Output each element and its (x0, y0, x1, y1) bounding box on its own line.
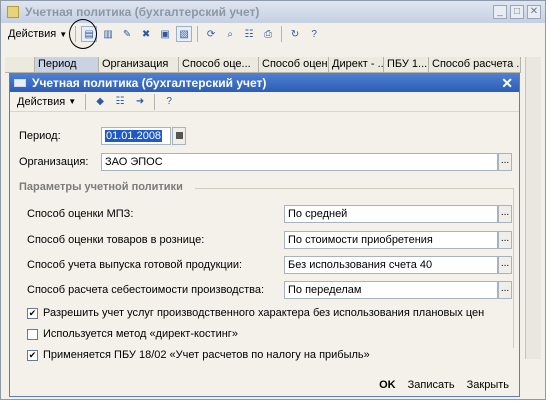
highlight-circle (69, 19, 97, 49)
param-select-button[interactable]: ... (498, 281, 512, 299)
app-icon (7, 6, 19, 18)
help-icon[interactable]: ? (306, 26, 322, 42)
mark-icon[interactable]: ▣ (157, 26, 173, 42)
maximize-icon[interactable]: □ (510, 5, 524, 19)
goto-icon[interactable]: ➜ (132, 94, 148, 110)
param-field-output[interactable]: Без использования счета 40 (284, 256, 498, 274)
toolbar-separator (281, 26, 283, 42)
param-label-cost: Способ расчета себестоимости производств… (27, 284, 265, 296)
org-field[interactable]: ЗАО ЭПОС (101, 153, 498, 171)
column-header[interactable]: Период (35, 57, 99, 72)
sync-icon[interactable]: ↻ (287, 26, 303, 42)
refresh-icon[interactable]: ⟳ (203, 26, 219, 42)
checkbox-pbu18[interactable]: ✔ Применяется ПБУ 18/02 «Учет расчетов п… (27, 349, 370, 361)
period-label: Период: (19, 130, 61, 142)
edit-icon[interactable]: ✎ (119, 26, 135, 42)
bg-scrollbar[interactable] (525, 57, 541, 359)
checkbox-label: Применяется ПБУ 18/02 «Учет расчетов по … (43, 349, 370, 361)
grid-corner (5, 57, 35, 72)
close-button[interactable]: Закрыть (467, 379, 509, 391)
structure-icon[interactable]: ☷ (112, 94, 128, 110)
period-field[interactable]: 01.01.2008 (101, 127, 171, 145)
checkbox-services[interactable]: ✔ Разрешить учет услуг производственного… (27, 307, 484, 319)
structure-icon[interactable]: ☷ (241, 26, 257, 42)
section-divider (195, 188, 513, 189)
column-header[interactable]: Способ оценк... (259, 57, 329, 72)
section-title: Параметры учетной политики (19, 181, 183, 193)
calendar-icon[interactable] (172, 127, 186, 145)
dropdown-arrow-icon: ▼ (59, 29, 68, 39)
param-select-button[interactable]: ... (498, 256, 512, 274)
checkbox-box[interactable]: ✔ (27, 349, 38, 361)
form-icon (14, 79, 26, 87)
dialog-title-bar: Учетная политика (бухгалтерский учет) (10, 74, 519, 92)
print-icon[interactable]: ⎙ (260, 26, 276, 42)
param-select-button[interactable]: ... (498, 231, 512, 249)
copy-icon[interactable]: ▥ (100, 26, 116, 42)
bg-actions-menu[interactable]: Действия ▼ (5, 25, 70, 43)
delete-icon[interactable]: ✖ (138, 26, 154, 42)
column-header[interactable]: Способ расчета ... (429, 57, 521, 72)
bg-window-buttons: _ □ ✕ (493, 5, 541, 19)
param-label-retail: Способ оценки товаров в рознице: (27, 234, 205, 246)
column-header[interactable]: Организация (99, 57, 179, 72)
param-label-output: Способ учета выпуска готовой продукции: (27, 259, 243, 271)
filter-icon[interactable]: ▧ (176, 26, 193, 42)
org-label: Организация: (19, 156, 89, 168)
column-header[interactable]: ПБУ 1... (384, 57, 429, 72)
checkbox-box[interactable] (27, 328, 38, 340)
bg-window-title: Учетная политика (бухгалтерский учет) (25, 5, 260, 19)
column-header[interactable]: Способ оце... (179, 57, 259, 72)
param-label-mpz: Способ оценки МПЗ: (27, 208, 134, 220)
dialog-actions-label: Действия (17, 95, 66, 108)
toolbar-separator (85, 93, 87, 110)
column-header[interactable]: Директ - ... (329, 57, 384, 72)
group-border (513, 188, 514, 348)
dialog-toolbar: Действия ▼ ◆ ☷ ➜ ? (10, 92, 519, 112)
dialog-actions-menu[interactable]: Действия ▼ (14, 93, 79, 111)
toolbar-separator (154, 93, 156, 110)
param-field-retail[interactable]: По стоимости приобретения (284, 231, 498, 249)
accounting-policy-dialog: Учетная политика (бухгалтерский учет) ✕ … (9, 73, 520, 397)
find-icon[interactable]: ⌕ (222, 26, 238, 42)
checkbox-box[interactable]: ✔ (27, 307, 38, 319)
checkbox-direct-costing[interactable]: Используется метод «директ-костинг» (27, 328, 238, 340)
ok-button[interactable]: OK (379, 379, 396, 391)
minimize-icon[interactable]: _ (493, 5, 507, 19)
navigate-icon[interactable]: ◆ (92, 94, 108, 110)
org-select-button[interactable]: ... (498, 153, 512, 171)
param-select-button[interactable]: ... (498, 205, 512, 223)
checkbox-label: Разрешить учет услуг производственного х… (43, 307, 485, 319)
dialog-footer: OK Записать Закрыть (379, 379, 509, 391)
bg-actions-label: Действия (8, 28, 57, 40)
toolbar-separator (197, 26, 199, 42)
bg-grid-header: Период Организация Способ оце... Способ … (5, 57, 521, 73)
close-icon[interactable]: ✕ (501, 75, 513, 92)
period-value: 01.01.2008 (105, 130, 163, 142)
checkbox-label: Используется метод «директ-костинг» (43, 328, 238, 340)
param-field-mpz[interactable]: По средней (284, 205, 498, 223)
param-field-cost[interactable]: По переделам (284, 281, 498, 299)
save-button[interactable]: Записать (408, 379, 455, 391)
help-icon[interactable]: ? (161, 94, 177, 110)
close-icon[interactable]: ✕ (527, 5, 541, 19)
dropdown-arrow-icon: ▼ (68, 97, 77, 106)
dialog-title: Учетная политика (бухгалтерский учет) (32, 76, 267, 90)
